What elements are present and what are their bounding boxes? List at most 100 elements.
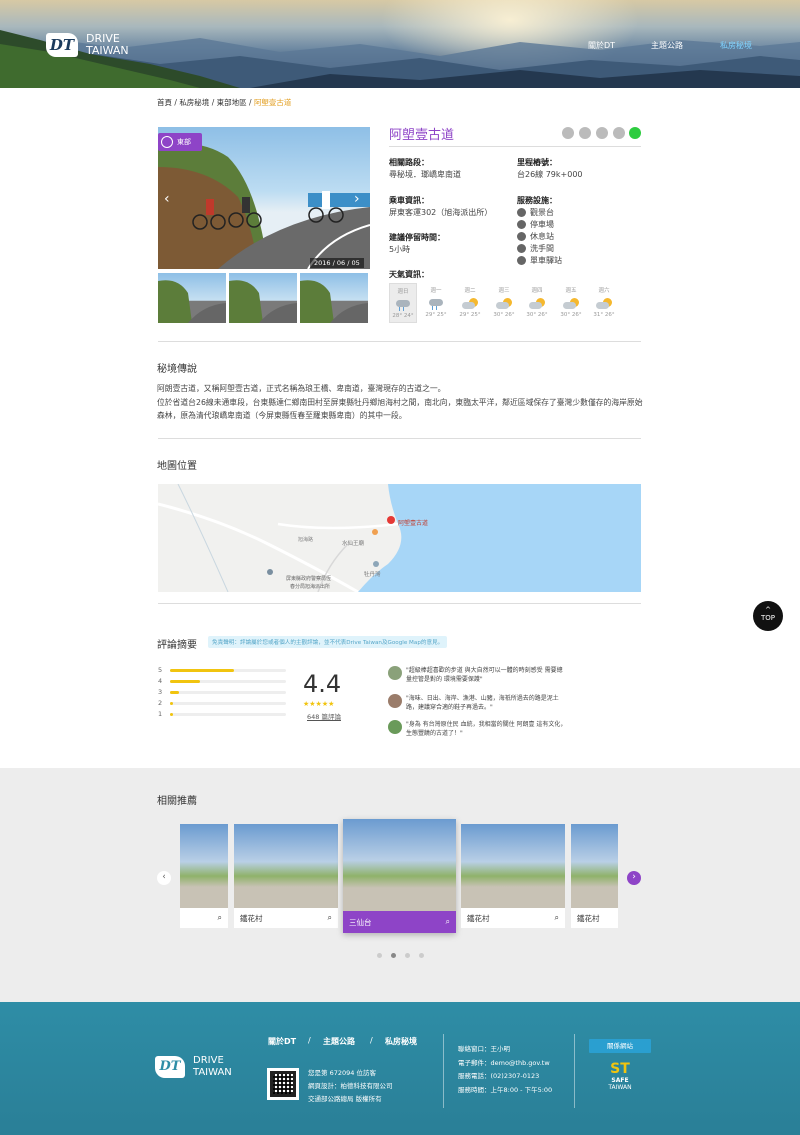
weather-label: 天氣資訊： [389, 270, 429, 279]
restroom-icon [517, 244, 526, 253]
rating-bar-stars: 1 [158, 710, 163, 718]
bike-station-icon [517, 256, 526, 265]
line-icon[interactable] [629, 127, 641, 139]
footer-divider [443, 1034, 444, 1108]
rating-bar-stars: 5 [158, 666, 163, 674]
thumbnail[interactable] [158, 273, 226, 323]
facility-name: 洗手間 [530, 244, 554, 253]
carousel-dot-active[interactable] [391, 953, 396, 958]
footer-link-secret[interactable]: 私房秘境 [385, 1036, 417, 1047]
safe-taiwan-logo[interactable]: ST SAFE TAIWAN [603, 1061, 637, 1091]
safe-taiwan-mark: ST [610, 1061, 630, 1077]
thumbnail-image [158, 280, 226, 323]
main-nav: 關於DT 主題公路 私房秘境 [540, 40, 800, 54]
related-card-caption: 鐵花村 [571, 908, 618, 928]
facility-name: 觀景台 [530, 208, 554, 217]
breadcrumb-sep: / [249, 98, 252, 107]
nav-item-routes[interactable]: 主題公路 [651, 40, 683, 51]
magnifier-icon[interactable]: ⌕ [218, 913, 222, 923]
logo-mark: DT [46, 33, 78, 57]
weather-day-label: 週二 [464, 288, 476, 294]
related-route-value[interactable]: 尋秘境．瑯嶠卑南道 [389, 169, 461, 180]
bus-value: 屏東客運302（旭海派出所） [389, 208, 493, 217]
related-card-caption: 鐵花村 ⌕ [234, 908, 338, 928]
back-to-top-button[interactable]: ^ TOP [753, 601, 783, 631]
contact-email[interactable]: 電子郵件：demo@thb.gov.tw [458, 1057, 550, 1067]
breadcrumb-home[interactable]: 首頁 [157, 98, 172, 107]
bus-label: 乘車資訊： [389, 196, 429, 205]
logo-line2: TAIWAN [86, 44, 129, 57]
related-card[interactable]: ⌕ [180, 824, 228, 928]
related-card-label: 鐵花村 [240, 913, 263, 923]
thumbnail[interactable] [300, 273, 368, 323]
related-card-label: 三仙台 [349, 917, 372, 927]
legend-heading: 秘境傳說 [157, 364, 197, 375]
stay-label: 建議停留時間： [389, 233, 445, 242]
site-logo[interactable]: DT DRIVE TAIWAN [46, 33, 129, 57]
map-view[interactable]: 阿塱壹古道 水仙王廟 牡丹灣 屏東縣政府警察局恆 春分局旭海派出所 旭海路 [158, 484, 641, 592]
map-pin-icon[interactable] [387, 516, 395, 524]
copyright: 交通部公路總局 版權所有 [308, 1095, 382, 1103]
chevron-right-icon[interactable]: › [354, 191, 360, 207]
rain-icon [394, 299, 412, 311]
related-card-active[interactable]: 三仙台 ⌕ [343, 819, 456, 933]
stay-value: 5小時 [389, 245, 411, 254]
breadcrumb-secret[interactable]: 私房秘境 [179, 98, 209, 107]
magnifier-icon[interactable]: ⌕ [555, 913, 559, 923]
map-place-label: 牡丹灣 [364, 572, 381, 578]
footer-link-routes[interactable]: 主題公路 [323, 1036, 355, 1047]
related-card-image [180, 824, 228, 908]
reviews-heading: 評論摘要 [157, 640, 197, 651]
magnifier-icon[interactable]: ⌕ [328, 913, 332, 923]
rating-bar-track [170, 702, 286, 705]
carousel-prev-button[interactable]: ‹ [157, 871, 171, 885]
nav-item-secret-spots[interactable]: 私房秘境 [720, 40, 752, 51]
legend-text: 阿朗壹古道，又稱阿塱壹古道，正式名稱為琅王橋、卑南道，臺灣現存的古道之一。 位於… [157, 382, 647, 423]
related-heading: 相關推薦 [157, 796, 197, 807]
temple-icon [372, 529, 378, 535]
map-place-label: 水仙王廟 [342, 541, 365, 547]
related-card-label: 鐵花村 [577, 913, 600, 923]
photo-date: 2016 / 06 / 05 [310, 258, 364, 268]
carousel-dot[interactable] [405, 953, 410, 958]
region-badge-icon [161, 136, 173, 148]
related-sites-button[interactable]: 關係網站 [589, 1039, 651, 1053]
carousel-dot[interactable] [377, 953, 382, 958]
twitter-icon[interactable] [613, 127, 625, 139]
nav-item-about[interactable]: 關於DT [588, 40, 615, 51]
weather-day: 週六 31° 26° [590, 283, 618, 323]
related-card[interactable]: 鐵花村 ⌕ [234, 824, 338, 928]
related-card[interactable]: 鐵花村 ⌕ [461, 824, 565, 928]
carousel-dot[interactable] [419, 953, 424, 958]
related-card-label: 鐵花村 [467, 913, 490, 923]
footer-logo-text: DRIVE TAIWAN [193, 1055, 232, 1079]
rating-bar-row: 1 [158, 710, 298, 718]
facebook-icon[interactable] [596, 127, 608, 139]
divider [158, 438, 641, 439]
breadcrumb-east[interactable]: 東部地區 [217, 98, 247, 107]
rating-bar-row: 5 [158, 666, 298, 674]
review-text: "身為 有台灣原住民 血統，我相當的關住 阿朗壹 這有文化，生態豐饒的古道了！" [406, 721, 567, 737]
rating-bar-fill [170, 680, 201, 683]
legend-paragraph: 位於省道台26線未通車段，台東縣達仁鄉南田村至屏東縣牡丹鄉旭海村之間，南北向，東… [157, 397, 643, 421]
location-pin-icon[interactable] [579, 127, 591, 139]
region-badge: 東部 [158, 133, 202, 151]
footer-logo[interactable]: DT DRIVE TAIWAN [155, 1055, 232, 1079]
magnifier-icon[interactable]: ⌕ [446, 917, 450, 927]
map-place-label: 屏東縣政府警察局恆 [286, 576, 332, 582]
chevron-left-icon[interactable]: ‹ [164, 191, 170, 207]
footer-link-about[interactable]: 關於DT [268, 1036, 296, 1047]
breadcrumb-sep: / [211, 98, 215, 107]
review-item: "超級棒超喜歡的步道 與大自然可以一體的時刻感受 需要總量控管是對的 環境需要保… [388, 666, 568, 688]
region-badge-label: 東部 [177, 138, 191, 146]
weather-day: 週日 28° 24° [389, 283, 417, 323]
related-card-image [343, 819, 456, 911]
related-card[interactable]: 鐵花村 [571, 824, 618, 928]
thumbnail[interactable] [229, 273, 297, 323]
review-item: "身為 有台灣原住民 血統，我相當的關住 阿朗壹 這有文化，生態豐饒的古道了！" [388, 720, 568, 742]
review-count-link[interactable]: 648 篇評論 [307, 711, 341, 721]
map-road-label: 旭海路 [298, 537, 314, 543]
carousel-next-button[interactable]: › [627, 871, 641, 885]
disclaimer-notice: 免責聲明：評論屬於您或者個人的主觀評論，並不代表Drive Taiwan及Goo… [208, 636, 448, 648]
info-icon[interactable] [562, 127, 574, 139]
